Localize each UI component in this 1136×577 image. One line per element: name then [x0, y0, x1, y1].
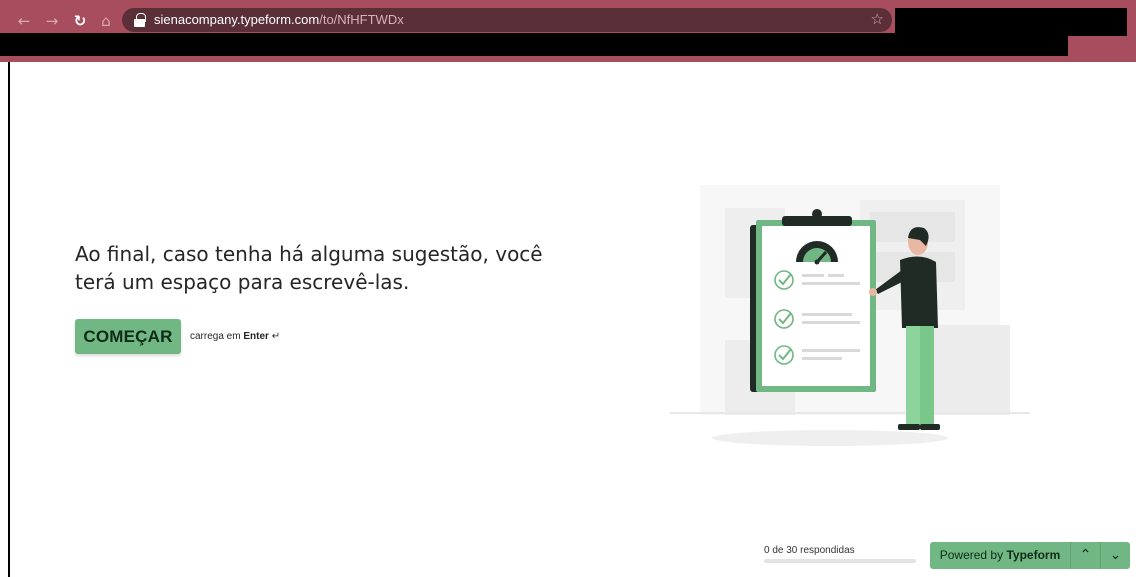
progress-bar	[764, 559, 916, 563]
hint-prefix: carrega em	[190, 331, 241, 342]
redacted-area	[0, 33, 1068, 56]
welcome-message: Ao final, caso tenha há alguma sugestão,…	[75, 242, 543, 294]
floor-shadow	[712, 430, 948, 446]
reload-icon[interactable]: ↻	[70, 11, 90, 31]
arrow-right-icon[interactable]: →	[42, 11, 62, 31]
home-icon[interactable]: ⌂	[96, 11, 116, 31]
enter-key-icon: ↵	[271, 331, 281, 342]
chevron-down-icon[interactable]: ⌄	[1100, 542, 1130, 569]
hint-key: Enter	[243, 331, 269, 342]
redacted-area	[895, 8, 1127, 36]
url-host: sienacompany.typeform.com	[154, 12, 320, 27]
star-icon[interactable]: ☆	[871, 10, 884, 28]
progress-label: 0 de 30 respondidas	[764, 545, 855, 556]
url-path: /to/NfHFTWDx	[319, 12, 404, 27]
chevron-up-icon[interactable]: ⌃	[1070, 542, 1100, 569]
checklist-illustration	[670, 185, 1030, 446]
powered-brand: Typeform	[1006, 548, 1061, 562]
keyboard-hint: carrega em Enter ↵	[190, 331, 280, 342]
powered-by-button[interactable]: Powered by Typeform	[930, 542, 1070, 569]
address-bar[interactable]: sienacompany.typeform.com/to/NfHFTWDx ☆	[122, 8, 892, 32]
start-button[interactable]: COMEÇAR	[75, 319, 181, 354]
page-edge	[8, 62, 10, 577]
arrow-left-icon[interactable]: ←	[14, 11, 34, 31]
powered-prefix: Powered by	[939, 548, 1004, 562]
url-text: sienacompany.typeform.com/to/NfHFTWDx	[154, 12, 404, 27]
